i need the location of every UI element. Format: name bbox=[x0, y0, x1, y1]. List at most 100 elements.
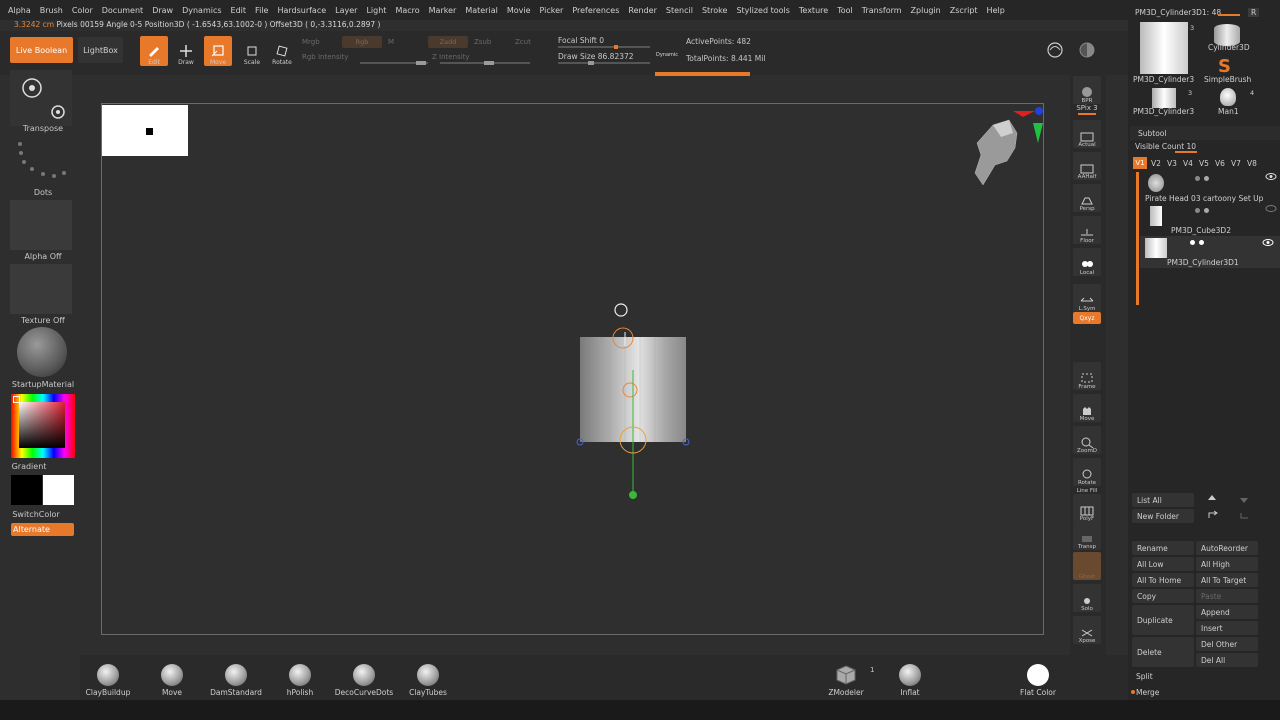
zadd-button[interactable]: Zadd bbox=[428, 36, 468, 48]
subtool-row-cube[interactable]: PM3D_Cube3D2 bbox=[1145, 204, 1280, 236]
flat-color-material[interactable]: Flat Color bbox=[1008, 664, 1068, 697]
menu-item-color[interactable]: Color bbox=[72, 6, 93, 15]
brush-hpolish[interactable]: hPolish bbox=[270, 664, 330, 697]
tool-thumb-cylinder[interactable] bbox=[1140, 22, 1188, 74]
draw-size-slider[interactable] bbox=[558, 61, 650, 65]
alternate-button[interactable]: Alternate bbox=[11, 523, 74, 536]
arrow-down-icon[interactable] bbox=[1239, 494, 1249, 504]
menu-item-picker[interactable]: Picker bbox=[540, 6, 564, 15]
simplebrush-icon[interactable]: S bbox=[1218, 56, 1231, 77]
arrow-up-icon[interactable] bbox=[1207, 494, 1217, 504]
menu-item-light[interactable]: Light bbox=[366, 6, 386, 15]
menu-item-document[interactable]: Document bbox=[102, 6, 143, 15]
menu-item-stencil[interactable]: Stencil bbox=[666, 6, 693, 15]
menu-item-draw[interactable]: Draw bbox=[152, 6, 173, 15]
del-other-button[interactable]: Del Other bbox=[1196, 637, 1258, 651]
edit-button[interactable]: Edit bbox=[140, 36, 168, 66]
autoreorder-button[interactable]: AutoReorder bbox=[1196, 541, 1258, 555]
brush-damstandard[interactable]: DamStandard bbox=[206, 664, 266, 697]
menu-item-dynamics[interactable]: Dynamics bbox=[182, 6, 221, 15]
menu-item-preferences[interactable]: Preferences bbox=[572, 6, 619, 15]
menu-item-alpha[interactable]: Alpha bbox=[8, 6, 31, 15]
tool-thumb-cylinder-2[interactable] bbox=[1152, 88, 1176, 108]
subtool-toggles[interactable] bbox=[1195, 176, 1255, 181]
transpose-button[interactable] bbox=[10, 70, 72, 126]
copy-button[interactable]: Copy bbox=[1132, 589, 1194, 603]
menu-item-help[interactable]: Help bbox=[987, 6, 1005, 15]
color-picker[interactable] bbox=[11, 394, 75, 458]
brush-decocurvedots[interactable]: DecoCurveDots bbox=[334, 664, 394, 697]
zoom3d-button[interactable]: ZoomD bbox=[1073, 426, 1101, 454]
all-to-home-button[interactable]: All To Home bbox=[1132, 573, 1194, 587]
menu-item-layer[interactable]: Layer bbox=[335, 6, 357, 15]
brush-claybuildup[interactable]: ClayBuildup bbox=[78, 664, 138, 697]
menu-item-movie[interactable]: Movie bbox=[507, 6, 531, 15]
version-v2[interactable]: V2 bbox=[1151, 159, 1161, 168]
menu-item-stroke[interactable]: Stroke bbox=[702, 6, 728, 15]
primary-color-swatch[interactable] bbox=[43, 475, 74, 505]
secondary-color-swatch[interactable] bbox=[11, 475, 42, 505]
menu-item-zscript[interactable]: Zscript bbox=[950, 6, 978, 15]
version-v6[interactable]: V6 bbox=[1215, 159, 1225, 168]
eye-icon-3[interactable] bbox=[1262, 238, 1274, 247]
move-button[interactable]: Move bbox=[204, 36, 232, 66]
bpr-button[interactable]: BPR bbox=[1073, 76, 1101, 104]
menu-item-material[interactable]: Material bbox=[465, 6, 498, 15]
m-button[interactable]: M bbox=[388, 38, 394, 46]
solo-button[interactable]: Solo bbox=[1073, 584, 1101, 612]
local-button[interactable]: Local bbox=[1073, 248, 1101, 276]
folder-out-icon[interactable] bbox=[1239, 510, 1251, 520]
transp-button[interactable]: Transp bbox=[1073, 522, 1101, 550]
actual-button[interactable]: Actual bbox=[1073, 120, 1101, 148]
duplicate-button[interactable]: Duplicate bbox=[1132, 605, 1194, 635]
alpha-button[interactable] bbox=[10, 200, 72, 250]
r-button[interactable]: R bbox=[1248, 8, 1260, 17]
del-all-button[interactable]: Del All bbox=[1196, 653, 1258, 667]
version-v8[interactable]: V8 bbox=[1247, 159, 1257, 168]
brush-move[interactable]: Move bbox=[142, 664, 202, 697]
persp-button[interactable]: Persp bbox=[1073, 184, 1101, 212]
menu-item-marker[interactable]: Marker bbox=[429, 6, 457, 15]
move-view-button[interactable]: Move bbox=[1073, 394, 1101, 422]
aahalf-button[interactable]: AAHalf bbox=[1073, 152, 1101, 180]
mrgb-button[interactable]: Mrgb bbox=[302, 38, 320, 46]
menu-item-file[interactable]: File bbox=[255, 6, 268, 15]
delete-button[interactable]: Delete bbox=[1132, 637, 1194, 667]
switchcolor-button[interactable]: SwitchColor bbox=[0, 510, 79, 519]
spix-slider[interactable] bbox=[1078, 113, 1096, 115]
menu-item-macro[interactable]: Macro bbox=[395, 6, 419, 15]
subtool-toggles-3[interactable] bbox=[1190, 240, 1250, 245]
menu-item-edit[interactable]: Edit bbox=[231, 6, 247, 15]
brush-inflat[interactable]: Inflat bbox=[880, 664, 940, 697]
tool-slider[interactable] bbox=[1218, 14, 1240, 16]
polyf-button[interactable]: PolyF bbox=[1073, 494, 1101, 522]
brush-zmodeler[interactable]: ZModeler bbox=[816, 664, 876, 697]
version-v7[interactable]: V7 bbox=[1231, 159, 1241, 168]
rotate-view-button[interactable]: Rotate bbox=[1073, 458, 1101, 486]
lightbox-button[interactable]: LightBox bbox=[78, 37, 123, 63]
xpose-button[interactable]: Xpose bbox=[1073, 616, 1101, 644]
menu-item-transform[interactable]: Transform bbox=[862, 6, 902, 15]
navigator-thumbnail[interactable] bbox=[102, 105, 188, 156]
floor-button[interactable]: Floor bbox=[1073, 216, 1101, 244]
rename-button[interactable]: Rename bbox=[1132, 541, 1194, 555]
live-boolean-button[interactable]: Live Boolean bbox=[10, 37, 73, 63]
folder-move-icon[interactable] bbox=[1207, 510, 1219, 520]
zsub-button[interactable]: Zsub bbox=[474, 38, 491, 46]
version-v4[interactable]: V4 bbox=[1183, 159, 1193, 168]
list-all-button[interactable]: List All bbox=[1132, 493, 1194, 507]
scale-button[interactable]: Scale bbox=[238, 36, 266, 66]
material-button[interactable] bbox=[14, 326, 70, 378]
qxyz-button[interactable]: Qxyz bbox=[1073, 312, 1101, 324]
split-section[interactable]: Split bbox=[1136, 672, 1153, 681]
menu-item-zplugin[interactable]: Zplugin bbox=[911, 6, 941, 15]
merge-section[interactable]: Merge bbox=[1136, 688, 1159, 697]
subtool-scrollbar[interactable] bbox=[1136, 172, 1139, 305]
cylinder-model[interactable] bbox=[560, 300, 700, 510]
all-to-target-button[interactable]: All To Target bbox=[1196, 573, 1258, 587]
all-low-button[interactable]: All Low bbox=[1132, 557, 1194, 571]
visible-count-slider[interactable] bbox=[1175, 151, 1197, 153]
menu-item-render[interactable]: Render bbox=[628, 6, 656, 15]
insert-button[interactable]: Insert bbox=[1196, 621, 1258, 635]
new-folder-button[interactable]: New Folder bbox=[1132, 509, 1194, 523]
